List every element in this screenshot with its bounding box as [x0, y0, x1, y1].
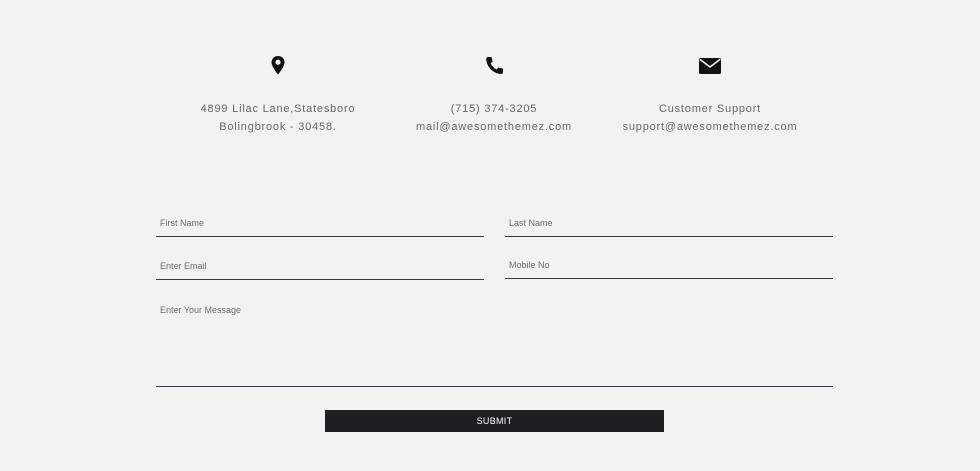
mobile-field-wrapper [505, 252, 833, 279]
phone-block: (715) 374-3205 mail@awesomethemez.com [394, 54, 594, 136]
address-line-1: 4899 Lilac Lane,Statesboro [200, 103, 356, 115]
address-block: 4899 Lilac Lane,Statesboro Bolingbrook -… [178, 54, 378, 136]
contact-page: 4899 Lilac Lane,Statesboro Bolingbrook -… [0, 0, 980, 471]
message-field-wrapper [156, 296, 833, 387]
support-block: Customer Support support@awesomethemez.c… [610, 54, 810, 136]
phone-number: (715) 374-3205 [450, 103, 538, 115]
message-textarea[interactable] [156, 296, 833, 386]
email-field-wrapper [156, 253, 484, 280]
submit-button[interactable]: SUBMIT [325, 410, 664, 432]
contact-email: mail@awesomethemez.com [416, 121, 572, 133]
support-title: Customer Support [658, 103, 762, 115]
mobile-input[interactable] [505, 252, 833, 278]
email-input[interactable] [156, 253, 484, 279]
last-name-input[interactable] [505, 210, 833, 236]
envelope-icon [699, 58, 721, 74]
phone-icon [486, 57, 503, 74]
last-name-field-wrapper [505, 210, 833, 237]
first-name-input[interactable] [156, 210, 484, 236]
support-email: support@awesomethemez.com [622, 121, 798, 133]
address-line-2: Bolingbrook - 30458. [219, 121, 337, 133]
map-pin-icon [271, 56, 285, 75]
first-name-field-wrapper [156, 210, 484, 237]
